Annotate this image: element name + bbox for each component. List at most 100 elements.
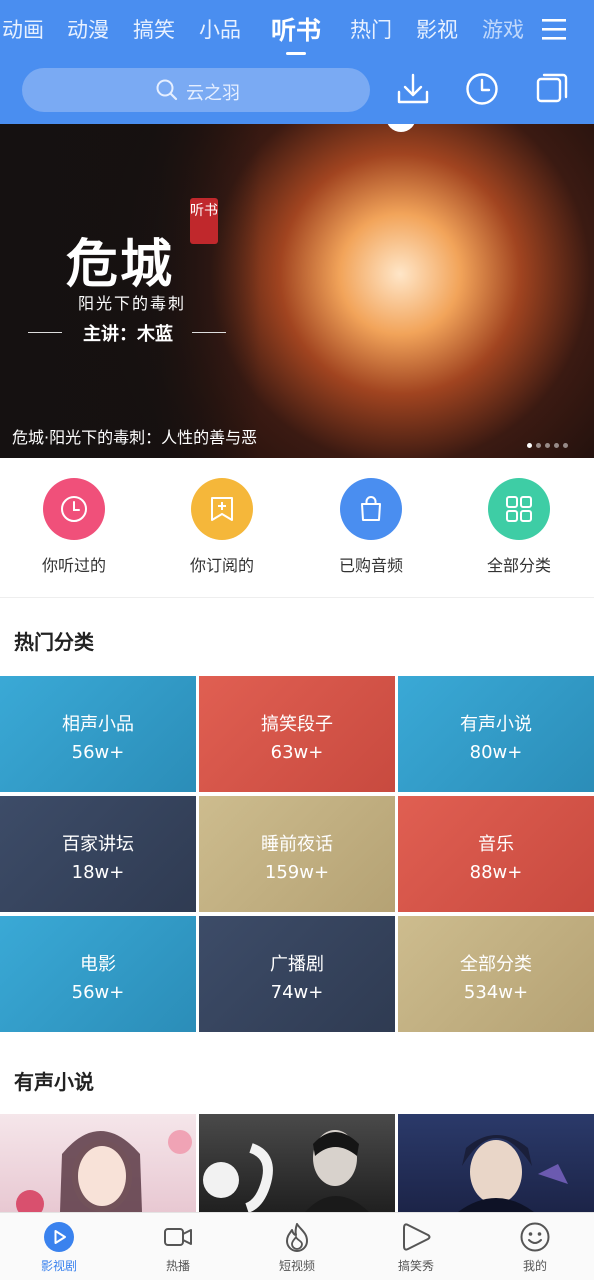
nav-item-mine[interactable]: 我的 xyxy=(485,1221,585,1274)
tab-games[interactable]: 游戏 xyxy=(482,14,524,44)
shortcut-label: 全部分类 xyxy=(486,556,551,575)
banner-caption: 危城·阳光下的毒刺：人性的善与恶 xyxy=(12,428,258,447)
category-tile[interactable]: 电影 56w+ xyxy=(0,916,196,1032)
window-icon[interactable] xyxy=(533,70,571,108)
category-grid: 相声小品 56w+ 搞笑段子 63w+ 有声小说 80w+ 百家讲坛 18w+ … xyxy=(0,676,594,1034)
category-tile[interactable]: 音乐 88w+ xyxy=(398,796,594,912)
novel-cover-art xyxy=(458,1135,568,1212)
clock-icon xyxy=(61,496,87,522)
menu-icon[interactable] xyxy=(540,16,568,42)
category-count: 88w+ xyxy=(469,862,523,883)
category-count: 80w+ xyxy=(469,742,523,763)
category-tile[interactable]: 有声小说 80w+ xyxy=(398,676,594,792)
search-bar[interactable]: 云之羽 xyxy=(22,68,370,112)
novel-cover-art xyxy=(203,1130,369,1212)
category-name: 百家讲坛 xyxy=(62,834,134,855)
category-name: 有声小说 xyxy=(460,714,532,735)
divider xyxy=(192,332,226,333)
nav-label: 短视频 xyxy=(278,1259,315,1273)
video-camera-icon xyxy=(164,1228,192,1246)
grid-icon xyxy=(506,496,532,522)
download-icon[interactable] xyxy=(394,70,432,108)
carousel-dot[interactable] xyxy=(527,443,532,448)
nav-label: 热播 xyxy=(165,1259,190,1273)
category-count: 74w+ xyxy=(270,982,324,1003)
banner-seal: 听书 xyxy=(190,198,218,244)
nav-item-tv-series[interactable]: 影视剧 xyxy=(9,1221,109,1274)
shortcut-purchased[interactable]: 已购音频 xyxy=(306,478,436,576)
smiley-icon xyxy=(520,1222,550,1252)
tab-film[interactable]: 影视 xyxy=(416,14,458,44)
tab-audiobook[interactable]: 听书 xyxy=(271,11,321,47)
category-name: 全部分类 xyxy=(460,954,532,975)
carousel-dot[interactable] xyxy=(545,443,550,448)
carousel-dot[interactable] xyxy=(536,443,541,448)
banner-title: 危城 xyxy=(66,234,175,295)
nav-label: 我的 xyxy=(522,1259,547,1273)
novel-row xyxy=(0,1114,594,1212)
top-header: 动画 动漫 搞笑 小品 听书 热门 影视 游戏 云之羽 xyxy=(0,0,594,124)
novel-cover[interactable] xyxy=(398,1114,594,1212)
banner-host: 主讲：木蓝 xyxy=(83,324,173,345)
shortcut-subscribed[interactable]: 你订阅的 xyxy=(157,478,287,576)
carousel-dots xyxy=(527,433,572,452)
novel-cover[interactable] xyxy=(199,1114,395,1212)
shortcut-row: 你听过的 你订阅的 已购音频 全部分类 xyxy=(0,458,594,598)
novel-cover-art xyxy=(16,1130,192,1212)
shortcut-label: 已购音频 xyxy=(338,556,403,575)
nav-item-trending[interactable]: 热播 xyxy=(128,1221,228,1274)
category-count: 63w+ xyxy=(270,742,324,763)
shortcut-label: 你订阅的 xyxy=(189,556,254,575)
tab-sketch[interactable]: 小品 xyxy=(199,14,241,44)
tab-animation[interactable]: 动画 xyxy=(2,14,44,44)
shortcut-label: 你听过的 xyxy=(41,556,106,575)
category-count: 56w+ xyxy=(71,982,125,1003)
shortcut-icon-bg xyxy=(340,478,402,540)
nav-label: 搞笑秀 xyxy=(397,1259,434,1273)
category-tile[interactable]: 全部分类 534w+ xyxy=(398,916,594,1032)
category-tile[interactable]: 百家讲坛 18w+ xyxy=(0,796,196,912)
category-name: 电影 xyxy=(80,954,116,975)
category-count: 56w+ xyxy=(71,742,125,763)
bookmark-add-icon xyxy=(211,497,233,521)
nav-item-funny-show[interactable]: 搞笑秀 xyxy=(366,1221,466,1274)
search-icon xyxy=(156,79,178,101)
category-name: 搞笑段子 xyxy=(261,714,333,735)
category-tile[interactable]: 相声小品 56w+ xyxy=(0,676,196,792)
shortcut-icon-bg xyxy=(43,478,105,540)
banner-subtitle: 阳光下的毒刺 xyxy=(78,294,187,313)
category-count: 159w+ xyxy=(264,862,330,883)
bottom-nav: 影视剧 热播 短视频 搞笑秀 我的 xyxy=(0,1212,594,1280)
bag-icon xyxy=(361,496,381,521)
history-clock-icon[interactable] xyxy=(463,70,501,108)
active-tab-indicator xyxy=(286,52,306,55)
shortcut-icon-bg xyxy=(191,478,253,540)
hot-section-title: 热门分类 xyxy=(14,630,94,654)
category-tabs: 动画 动漫 搞笑 小品 听书 热门 影视 游戏 xyxy=(0,0,530,60)
tab-comics[interactable]: 动漫 xyxy=(67,14,109,44)
category-name: 广播剧 xyxy=(270,954,324,975)
category-count: 18w+ xyxy=(71,862,125,883)
novel-cover[interactable] xyxy=(0,1114,196,1212)
category-tile[interactable]: 睡前夜话 159w+ xyxy=(199,796,395,912)
flame-icon xyxy=(286,1223,308,1252)
play-bubble-icon xyxy=(403,1223,431,1251)
tab-funny[interactable]: 搞笑 xyxy=(133,14,175,44)
nav-label: 影视剧 xyxy=(40,1259,77,1273)
shortcut-all-categories[interactable]: 全部分类 xyxy=(454,478,584,576)
category-name: 音乐 xyxy=(478,834,514,855)
search-placeholder: 云之羽 xyxy=(186,83,240,104)
category-tile[interactable]: 搞笑段子 63w+ xyxy=(199,676,395,792)
nav-item-short-video[interactable]: 短视频 xyxy=(247,1221,347,1274)
shortcut-icon-bg xyxy=(488,478,550,540)
novel-section-title: 有声小说 xyxy=(14,1070,94,1094)
carousel-dot[interactable] xyxy=(554,443,559,448)
tab-hot[interactable]: 热门 xyxy=(350,14,392,44)
pull-handle xyxy=(386,124,416,132)
category-tile[interactable]: 广播剧 74w+ xyxy=(199,916,395,1032)
category-count: 534w+ xyxy=(463,982,529,1003)
shortcut-history[interactable]: 你听过的 xyxy=(9,478,139,576)
carousel-dot[interactable] xyxy=(563,443,568,448)
featured-banner[interactable]: 危城 听书 阳光下的毒刺 主讲：木蓝 危城·阳光下的毒刺：人性的善与恶 xyxy=(0,124,594,458)
category-name: 睡前夜话 xyxy=(261,834,333,855)
